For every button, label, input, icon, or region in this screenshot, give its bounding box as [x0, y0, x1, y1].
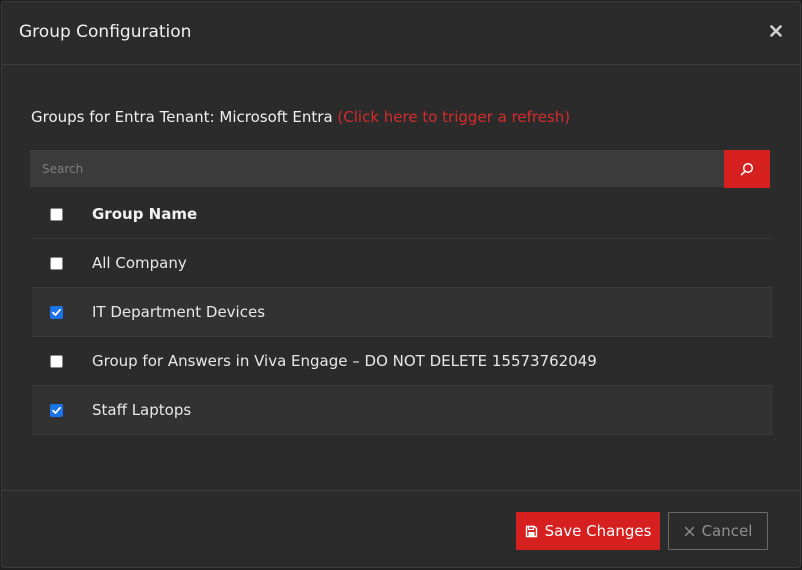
select-all-checkbox[interactable]	[50, 208, 63, 221]
table-row[interactable]: Group for Answers in Viva Engage – DO NO…	[32, 337, 773, 386]
row-checkbox[interactable]	[50, 257, 63, 270]
times-icon	[684, 526, 694, 536]
column-header-group-name: Group Name	[92, 205, 198, 223]
tenant-info: Groups for Entra Tenant: Microsoft Entra…	[31, 108, 570, 126]
group-name: All Company	[92, 254, 187, 272]
cancel-label: Cancel	[701, 522, 753, 540]
table-row[interactable]: All Company	[32, 239, 773, 288]
table-row[interactable]: Staff Laptops	[32, 386, 773, 435]
modal-title: Group Configuration	[19, 22, 192, 42]
save-changes-label: Save Changes	[544, 522, 652, 540]
group-name: Group for Answers in Viva Engage – DO NO…	[92, 352, 597, 370]
modal-footer: Save Changes Cancel	[2, 490, 800, 569]
refresh-link[interactable]: (Click here to trigger a refresh)	[337, 108, 570, 126]
checkmark-icon	[52, 308, 61, 316]
table-row[interactable]: IT Department Devices	[32, 288, 773, 337]
row-checkbox[interactable]	[50, 355, 63, 368]
cancel-button[interactable]: Cancel	[668, 512, 768, 550]
group-name: IT Department Devices	[92, 303, 266, 321]
search-bar	[30, 150, 770, 188]
search-icon	[740, 162, 754, 176]
group-configuration-modal: Group Configuration Groups for Entra Ten…	[1, 1, 801, 568]
close-button[interactable]	[768, 22, 784, 40]
table-header-row: Group Name	[32, 190, 773, 239]
group-name: Staff Laptops	[92, 401, 192, 419]
search-input[interactable]	[30, 150, 724, 188]
tenant-label: Groups for Entra Tenant: Microsoft Entra	[31, 108, 338, 126]
row-checkbox[interactable]	[50, 306, 63, 319]
checkmark-icon	[52, 406, 61, 414]
save-changes-button[interactable]: Save Changes	[516, 512, 660, 550]
close-icon	[770, 25, 782, 37]
search-button[interactable]	[724, 150, 770, 188]
row-checkbox[interactable]	[50, 404, 63, 417]
floppy-disk-icon	[525, 525, 537, 537]
modal-header: Group Configuration	[2, 2, 800, 65]
groups-table: Group Name All Company IT Department Dev…	[32, 190, 773, 435]
